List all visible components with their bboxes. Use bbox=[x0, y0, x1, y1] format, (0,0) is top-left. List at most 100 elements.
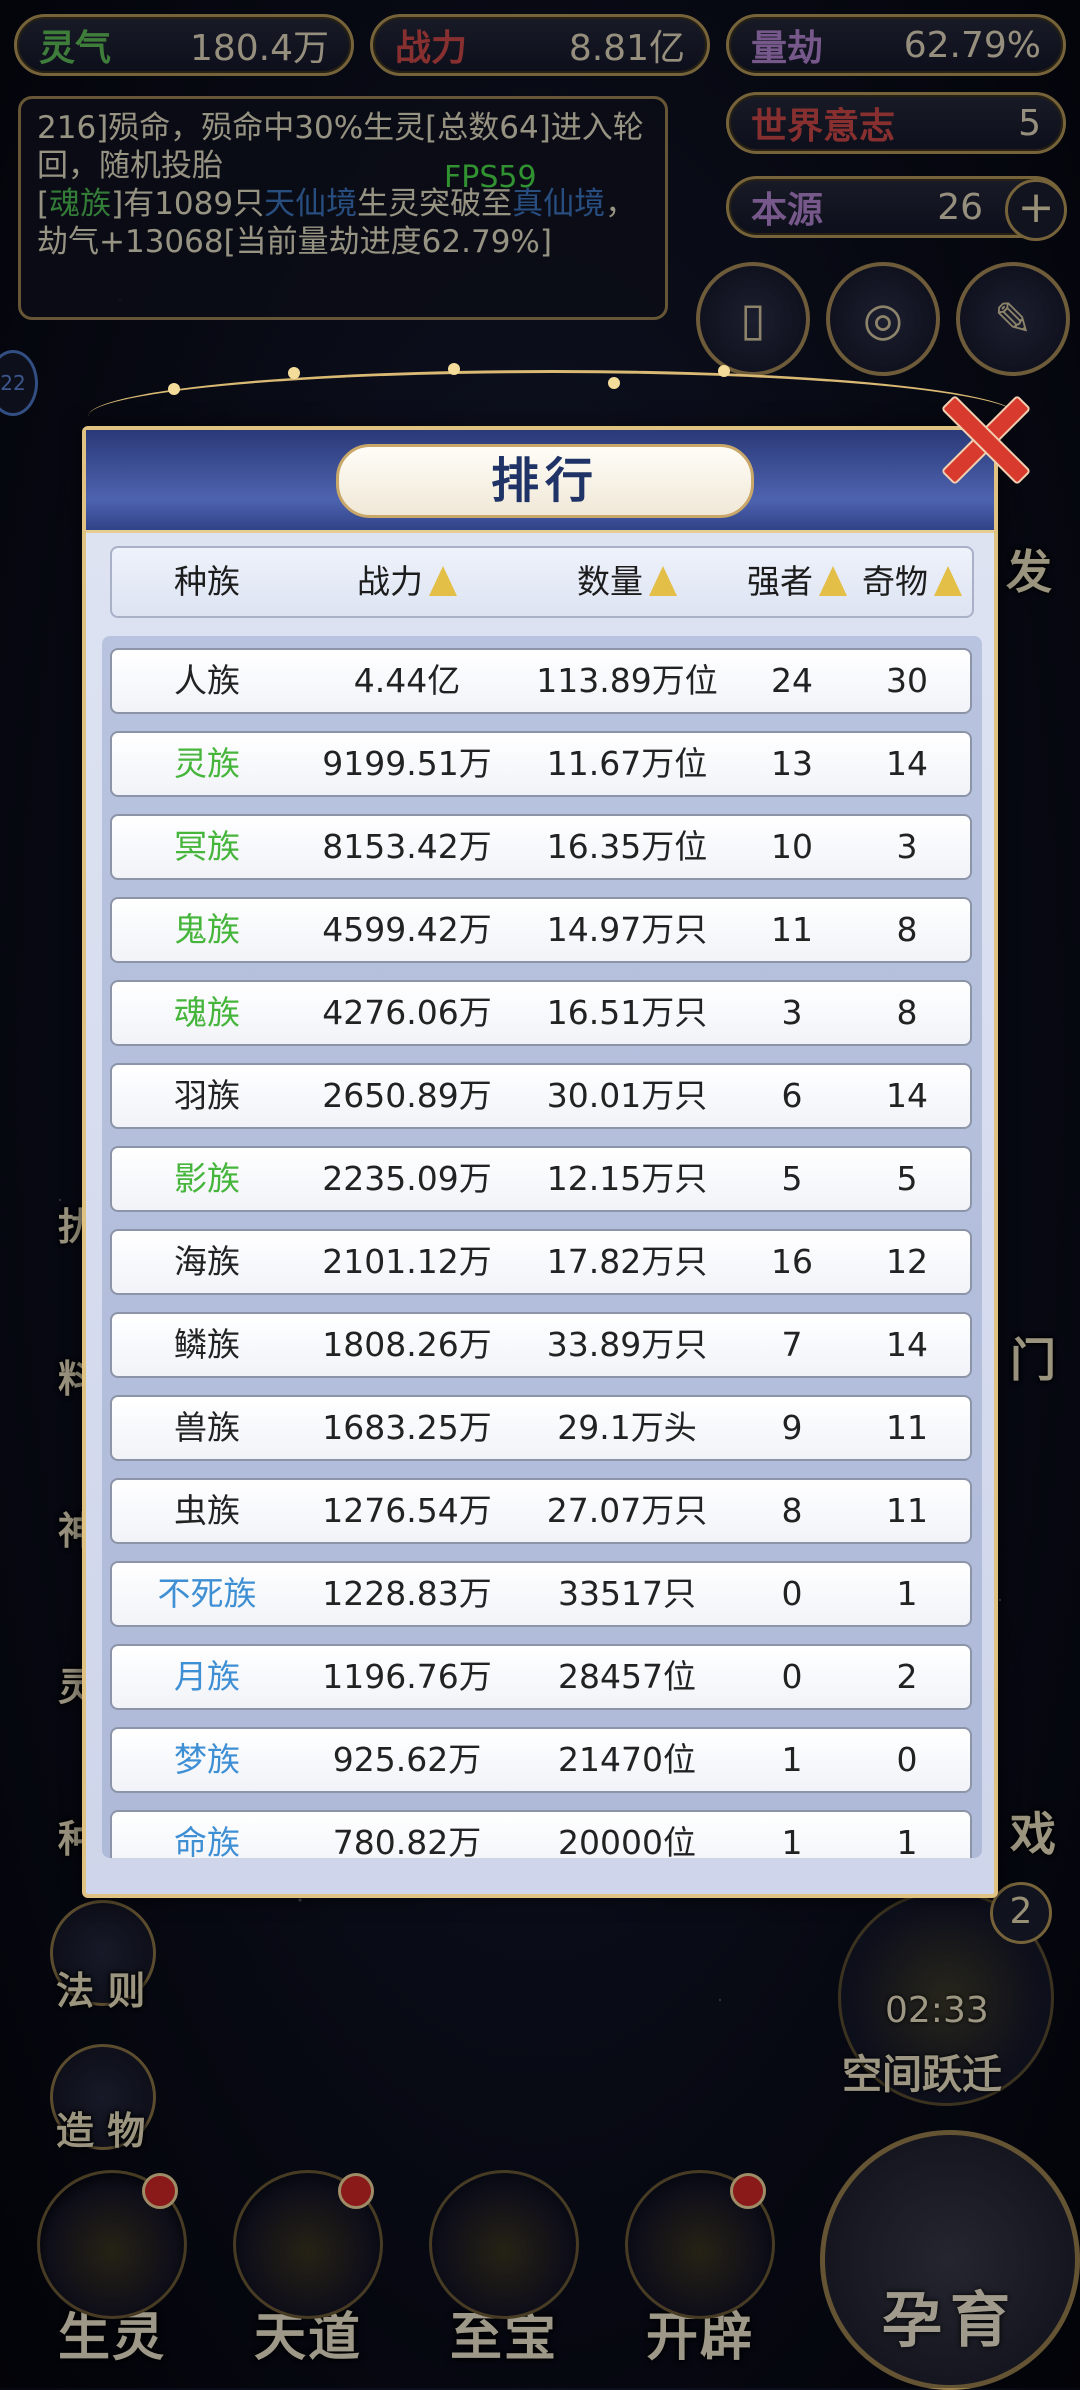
cell-strong: 13 bbox=[771, 744, 813, 783]
cell-race: 月族 bbox=[174, 1657, 240, 1696]
cell-artifact: 14 bbox=[886, 1076, 928, 1115]
cell-count: 28457位 bbox=[558, 1657, 696, 1696]
cell-strong: 1 bbox=[781, 1823, 803, 1858]
cell-strong: 1 bbox=[781, 1740, 803, 1779]
cell-power: 1276.54万 bbox=[322, 1491, 492, 1530]
cell-race: 不死族 bbox=[157, 1574, 257, 1613]
cell-race: 灵族 bbox=[174, 744, 240, 783]
cell-count: 16.35万位 bbox=[546, 827, 708, 866]
cell-power: 925.62万 bbox=[332, 1740, 482, 1779]
cell-power: 1196.76万 bbox=[322, 1657, 492, 1696]
cell-artifact: 5 bbox=[896, 1159, 918, 1198]
cell-count: 17.82万只 bbox=[546, 1242, 708, 1281]
cell-power: 8153.42万 bbox=[322, 827, 492, 866]
cell-strong: 16 bbox=[771, 1242, 813, 1281]
sort-by-count[interactable]: 数量 bbox=[512, 548, 742, 616]
cell-artifact: 8 bbox=[896, 993, 918, 1032]
table-row[interactable]: 冥族 8153.42万 16.35万位 10 3 bbox=[110, 814, 972, 880]
cell-count: 29.1万头 bbox=[557, 1408, 697, 1447]
cell-race: 鳞族 bbox=[174, 1325, 240, 1364]
sort-arrow-icon bbox=[934, 565, 962, 596]
table-row[interactable]: 月族 1196.76万 28457位 0 2 bbox=[110, 1644, 972, 1710]
cell-strong: 5 bbox=[781, 1159, 803, 1198]
cell-strong: 3 bbox=[781, 993, 803, 1032]
cell-count: 33.89万只 bbox=[546, 1325, 708, 1364]
modal-header: 排行 bbox=[86, 430, 994, 533]
cell-race: 鬼族 bbox=[174, 910, 240, 949]
cell-artifact: 1 bbox=[896, 1574, 918, 1613]
table-row[interactable]: 影族 2235.09万 12.15万只 5 5 bbox=[110, 1146, 972, 1212]
modal-title: 排行 bbox=[336, 444, 754, 518]
cell-strong: 7 bbox=[781, 1325, 803, 1364]
cell-strong: 11 bbox=[771, 910, 813, 949]
cell-artifact: 11 bbox=[886, 1408, 928, 1447]
cell-strong: 9 bbox=[781, 1408, 803, 1447]
table-row[interactable]: 海族 2101.12万 17.82万只 16 12 bbox=[110, 1229, 972, 1295]
cell-power: 2650.89万 bbox=[322, 1076, 492, 1115]
cell-count: 12.15万只 bbox=[546, 1159, 708, 1198]
cell-strong: 8 bbox=[781, 1491, 803, 1530]
cell-artifact: 1 bbox=[896, 1823, 918, 1858]
table-row[interactable]: 命族 780.82万 20000位 1 1 bbox=[110, 1810, 972, 1858]
table-row[interactable]: 羽族 2650.89万 30.01万只 6 14 bbox=[110, 1063, 972, 1129]
cell-artifact: 8 bbox=[896, 910, 918, 949]
table-row[interactable]: 梦族 925.62万 21470位 1 0 bbox=[110, 1727, 972, 1793]
cell-race: 人族 bbox=[174, 661, 240, 700]
table-row[interactable]: 兽族 1683.25万 29.1万头 9 11 bbox=[110, 1395, 972, 1461]
cell-strong: 6 bbox=[781, 1076, 803, 1115]
table-row[interactable]: 魂族 4276.06万 16.51万只 3 8 bbox=[110, 980, 972, 1046]
cell-race: 影族 bbox=[174, 1159, 240, 1198]
cell-count: 11.67万位 bbox=[546, 744, 708, 783]
table-row[interactable]: 灵族 9199.51万 11.67万位 13 14 bbox=[110, 731, 972, 797]
sort-by-artifact[interactable]: 奇物 bbox=[852, 548, 972, 616]
cell-race: 命族 bbox=[174, 1823, 240, 1858]
cell-artifact: 14 bbox=[886, 744, 928, 783]
sort-arrow-icon bbox=[429, 565, 457, 596]
cell-count: 20000位 bbox=[558, 1823, 696, 1858]
table-row[interactable]: 虫族 1276.54万 27.07万只 8 11 bbox=[110, 1478, 972, 1544]
cell-power: 1228.83万 bbox=[322, 1574, 492, 1613]
cell-strong: 10 bbox=[771, 827, 813, 866]
table-row[interactable]: 鳞族 1808.26万 33.89万只 7 14 bbox=[110, 1312, 972, 1378]
cell-race: 海族 bbox=[174, 1242, 240, 1281]
cell-race: 梦族 bbox=[174, 1740, 240, 1779]
cell-power: 9199.51万 bbox=[322, 744, 492, 783]
cell-power: 1808.26万 bbox=[322, 1325, 492, 1364]
cell-race: 冥族 bbox=[174, 827, 240, 866]
cell-strong: 0 bbox=[781, 1657, 803, 1696]
cell-race: 魂族 bbox=[174, 993, 240, 1032]
cell-power: 4599.42万 bbox=[322, 910, 492, 949]
cell-artifact: 3 bbox=[896, 827, 918, 866]
cell-artifact: 14 bbox=[886, 1325, 928, 1364]
cell-strong: 0 bbox=[781, 1574, 803, 1613]
cell-race: 虫族 bbox=[174, 1491, 240, 1530]
table-row[interactable]: 不死族 1228.83万 33517只 0 1 bbox=[110, 1561, 972, 1627]
cell-count: 14.97万只 bbox=[546, 910, 708, 949]
ranking-column-header: 种族 战力 数量 强者 奇物 bbox=[110, 546, 974, 618]
ranking-modal: 排行 种族 战力 数量 强者 奇物 人族 4.44亿 113.89万位 24 30 灵族 9… bbox=[82, 426, 998, 1898]
sort-by-strong[interactable]: 强者 bbox=[742, 548, 852, 616]
cell-race: 羽族 bbox=[174, 1076, 240, 1115]
cell-power: 2235.09万 bbox=[322, 1159, 492, 1198]
sort-arrow-icon bbox=[819, 565, 847, 596]
close-button[interactable] bbox=[936, 390, 1032, 486]
ranking-list[interactable]: 人族 4.44亿 113.89万位 24 30 灵族 9199.51万 11.67万位 13 14… bbox=[102, 636, 982, 1858]
cell-race: 兽族 bbox=[174, 1408, 240, 1447]
table-row[interactable]: 人族 4.44亿 113.89万位 24 30 bbox=[110, 648, 972, 714]
cell-artifact: 11 bbox=[886, 1491, 928, 1530]
header-race: 种族 bbox=[174, 562, 240, 601]
cell-count: 16.51万只 bbox=[546, 993, 708, 1032]
sort-by-power[interactable]: 战力 bbox=[302, 548, 512, 616]
cell-power: 2101.12万 bbox=[322, 1242, 492, 1281]
table-row[interactable]: 鬼族 4599.42万 14.97万只 11 8 bbox=[110, 897, 972, 963]
cell-count: 113.89万位 bbox=[536, 661, 718, 700]
cell-power: 780.82万 bbox=[332, 1823, 482, 1858]
cell-artifact: 2 bbox=[896, 1657, 918, 1696]
cell-power: 4.44亿 bbox=[353, 661, 461, 700]
cell-count: 21470位 bbox=[558, 1740, 696, 1779]
cell-artifact: 12 bbox=[886, 1242, 928, 1281]
cell-artifact: 30 bbox=[886, 661, 928, 700]
cell-strong: 24 bbox=[771, 661, 813, 700]
cell-count: 30.01万只 bbox=[546, 1076, 708, 1115]
cell-count: 33517只 bbox=[558, 1574, 696, 1613]
